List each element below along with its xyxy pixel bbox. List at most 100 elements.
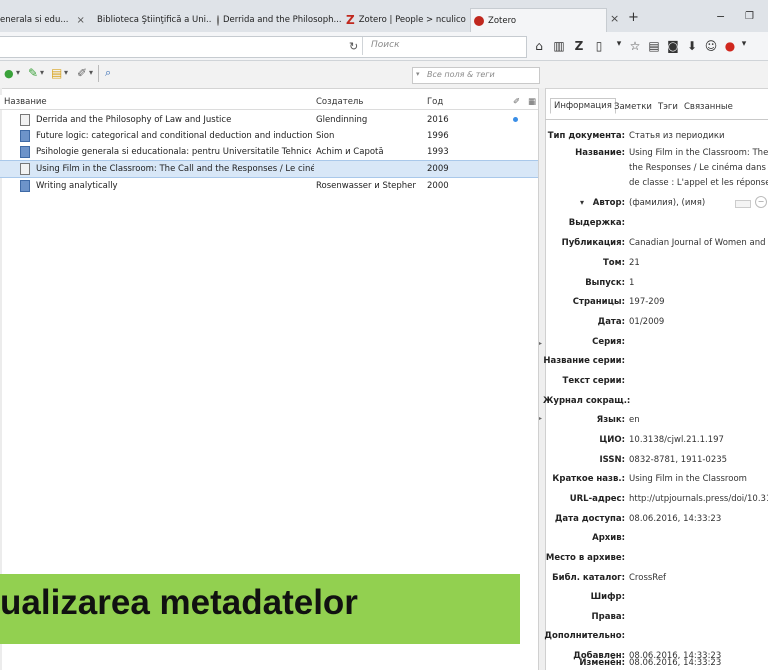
field-label: Язык: <box>596 415 625 425</box>
advanced-search-icon[interactable]: ⌕ <box>105 66 111 80</box>
item-year: 2009 <box>427 164 449 174</box>
item-year: 2016 <box>427 115 449 125</box>
table-row[interactable]: Writing analytically Rosenwasser и Steph… <box>0 178 540 194</box>
field-value-url[interactable]: http://utpjournals.press/doi/10.3138/ <box>629 494 768 504</box>
reader-icon[interactable]: ▯ <box>591 39 607 53</box>
field-value-title-line: the Responses / Le cinéma dans la sal <box>629 163 768 173</box>
field-value-item-type[interactable]: Статья из периодики <box>629 131 725 141</box>
tab-title: enerala si edu... <box>0 15 69 25</box>
field-label: Место в архиве: <box>545 553 625 563</box>
tab-title: Zotero <box>488 16 517 26</box>
field-value-pages[interactable]: 197-209 <box>629 297 665 307</box>
filter-input[interactable]: ▾ Все поля & теги <box>412 67 540 84</box>
field-value-issn[interactable]: 0832-8781, 1911-0235 <box>629 455 727 465</box>
table-row[interactable]: Future logic: categorical and conditiona… <box>0 128 540 144</box>
search-placeholder: Поиск <box>371 40 400 50</box>
minimize-button[interactable]: − <box>716 10 725 23</box>
field-value-volume[interactable]: 21 <box>629 258 640 268</box>
item-creator: Glendinning <box>316 115 368 125</box>
new-note-icon[interactable]: ▤ <box>51 66 62 80</box>
field-label: Дополнительно: <box>544 631 625 641</box>
field-value-date[interactable]: 01/2009 <box>629 317 664 327</box>
item-pane-toolbar <box>545 61 768 88</box>
dropdown-icon[interactable]: ▾ <box>64 68 68 77</box>
zotero-icon: Z <box>346 13 355 27</box>
field-label: Название серии: <box>543 356 625 366</box>
dropdown-icon[interactable]: ▾ <box>611 39 627 49</box>
table-row-selected[interactable]: Using Film in the Classroom: The Call an… <box>0 160 540 178</box>
dropdown-icon[interactable]: ▾ <box>16 68 20 77</box>
field-value-short-title[interactable]: Using Film in the Classroom <box>629 474 747 484</box>
browser-tab[interactable]: Z Zotero | People > nculicov... × <box>346 9 466 31</box>
field-value-accessed[interactable]: 08.06.2016, 14:33:23 <box>629 514 721 524</box>
switch-name-mode-icon[interactable] <box>735 200 751 208</box>
field-label: Выпуск: <box>585 278 625 288</box>
journal-article-icon <box>20 163 30 175</box>
download-icon[interactable]: ⬇ <box>684 39 700 53</box>
tab-title: Biblioteca Ştiinţifică a Uni... <box>97 15 211 25</box>
search-input[interactable]: Поиск <box>362 37 525 55</box>
browser-tab[interactable]: Derrida and the Philosoph... × <box>217 9 342 31</box>
dropdown-icon[interactable]: ▾ <box>736 39 752 49</box>
library-icon[interactable]: ▥ <box>551 39 567 53</box>
slide-caption-banner: ualizarea metadatelor <box>0 574 520 644</box>
browser-tab-active[interactable]: Zotero <box>470 8 607 33</box>
browser-tab[interactable]: enerala si edu... × <box>0 9 88 31</box>
clipboard-icon[interactable]: ▤ <box>646 39 662 53</box>
field-label: Дата: <box>597 317 625 327</box>
collapse-arrow-icon[interactable]: ▸ <box>539 340 542 347</box>
item-creator: Rosenwasser и Stephen <box>316 181 416 191</box>
tab-notes[interactable]: Заметки <box>611 100 655 114</box>
column-title[interactable]: Название <box>4 97 47 107</box>
attachment-icon[interactable]: ✐ <box>77 66 87 80</box>
home-icon[interactable]: ⌂ <box>531 39 547 53</box>
column-creator[interactable]: Создатель <box>316 97 363 107</box>
restore-button[interactable]: ❐ <box>745 11 754 22</box>
field-label: ЦИО: <box>599 435 625 445</box>
unread-dot-icon <box>513 117 518 122</box>
remove-author-icon[interactable]: − <box>755 196 767 208</box>
collapse-arrow-icon[interactable]: ▸ <box>539 415 542 422</box>
zotero-icon[interactable]: Z <box>571 39 587 53</box>
journal-article-icon <box>20 114 30 126</box>
new-tab-button[interactable]: + <box>628 10 639 25</box>
add-by-identifier-icon[interactable]: ✎ <box>28 66 38 80</box>
pocket-icon[interactable]: ◙ <box>665 39 681 53</box>
table-row[interactable]: Derrida and the Philosophy of Law and Ju… <box>0 112 540 128</box>
field-label: Автор: <box>592 198 625 208</box>
filter-placeholder: Все поля & теги <box>427 70 495 79</box>
zotero-logo-icon <box>474 16 484 26</box>
tab-info[interactable]: Информация <box>550 98 616 114</box>
globe-icon <box>217 14 219 26</box>
field-label: Архив: <box>592 533 625 543</box>
tab-related[interactable]: Связанные <box>681 100 736 114</box>
dropdown-icon[interactable]: ▾ <box>89 68 93 77</box>
dropdown-icon[interactable]: ▾ <box>40 68 44 77</box>
sync-icon[interactable]: ☺ <box>703 39 719 53</box>
field-value-doi[interactable]: 10.3138/cjwl.21.1.197 <box>629 435 724 445</box>
field-value-language[interactable]: en <box>629 415 640 425</box>
field-value-issue[interactable]: 1 <box>629 278 634 288</box>
field-value-author[interactable]: (фамилия), (имя) <box>629 198 705 208</box>
attachment-column-icon[interactable]: ✐ <box>513 97 520 107</box>
close-icon[interactable]: × <box>610 12 619 25</box>
new-item-icon[interactable]: ● <box>4 67 14 80</box>
tab-tags[interactable]: Тэги <box>655 100 681 114</box>
field-label: Том: <box>603 258 625 268</box>
field-label: Название: <box>575 148 625 158</box>
table-row[interactable]: Psihologie generala si educationala: pen… <box>0 144 540 160</box>
tab-divider <box>545 119 768 120</box>
tab-title: Zotero | People > nculicov... <box>358 15 466 25</box>
field-label: Страницы: <box>572 297 625 307</box>
field-label: Текст серии: <box>562 376 625 386</box>
field-value-publication[interactable]: Canadian Journal of Women and the <box>629 238 768 248</box>
close-icon[interactable]: × <box>76 15 84 26</box>
field-label: Публикация: <box>561 238 625 248</box>
star-icon[interactable]: ☆ <box>627 39 643 53</box>
column-year[interactable]: Год <box>427 97 443 107</box>
column-picker-icon[interactable]: ▦ <box>528 97 536 107</box>
field-value-library-catalog[interactable]: CrossRef <box>629 573 666 583</box>
reload-icon[interactable]: ↻ <box>349 40 358 53</box>
field-value-title[interactable]: Using Film in the Classroom: The Call <box>629 148 768 158</box>
browser-tab[interactable]: Biblioteca Ştiinţifică a Uni... × <box>93 9 211 31</box>
